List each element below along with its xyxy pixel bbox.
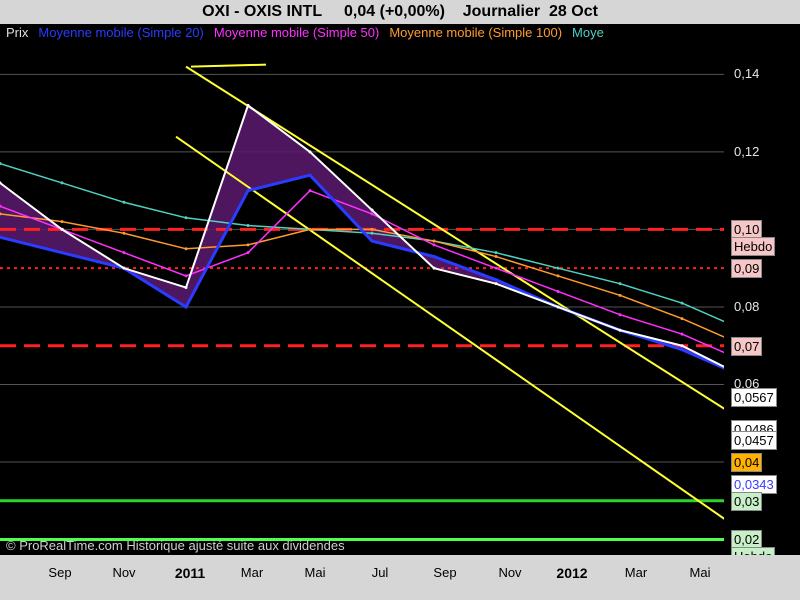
y-value-label: 0,04 — [731, 452, 763, 472]
legend-item: Prix — [6, 25, 29, 40]
data-point — [494, 266, 498, 270]
y-value-label: 0,07 — [731, 336, 763, 356]
data-point — [556, 305, 560, 309]
x-tick-label: Mar — [240, 565, 264, 580]
data-point — [60, 181, 64, 185]
y-tick-label: 0,08 — [734, 298, 760, 314]
x-tick-label: Mai — [304, 565, 326, 580]
data-point — [122, 266, 126, 270]
data-point — [556, 289, 560, 293]
data-point — [680, 344, 684, 348]
data-point — [618, 313, 622, 317]
x-tick-label: Nov — [112, 565, 136, 580]
data-point — [60, 220, 64, 224]
data-point — [370, 212, 374, 216]
data-point — [246, 224, 250, 228]
legend-item: Moyenne mobile (Simple 100) — [389, 25, 563, 40]
data-point — [680, 332, 684, 336]
data-point — [308, 227, 312, 231]
data-point — [184, 247, 188, 251]
data-point — [556, 266, 560, 270]
data-point — [432, 255, 436, 259]
y-value-label: 0,0457 — [731, 430, 777, 450]
x-tick-label: Mai — [689, 565, 711, 580]
data-point — [680, 317, 684, 321]
data-point — [618, 328, 622, 332]
x-tick-label: Sep — [48, 565, 72, 580]
x-tick-label: 2012 — [556, 565, 588, 581]
data-point — [680, 348, 684, 352]
data-point — [184, 305, 188, 309]
data-point — [246, 243, 250, 247]
data-point — [618, 282, 622, 286]
x-tick-label: Mar — [624, 565, 648, 580]
plot-area: Prix Moyenne mobile (Simple 20) Moyenne mo… — [0, 24, 724, 555]
data-point — [246, 251, 250, 255]
data-point — [184, 216, 188, 220]
data-point — [60, 251, 64, 255]
y-tick-label: 0,14 — [734, 66, 760, 82]
data-point — [122, 251, 126, 255]
data-point — [308, 150, 312, 154]
data-point — [432, 239, 436, 243]
data-point — [184, 286, 188, 290]
data-point — [370, 239, 374, 243]
data-point — [246, 189, 250, 193]
data-point — [370, 231, 374, 235]
x-tick-label: Nov — [498, 565, 522, 580]
data-point — [308, 189, 312, 193]
data-point — [432, 266, 436, 270]
copyright-note: © ProRealTime.com Historique ajusté suit… — [6, 538, 345, 553]
legend-item: Moyenne mobile (Simple 50) — [213, 25, 380, 40]
x-tick-label: Jul — [371, 565, 389, 580]
data-point — [246, 103, 250, 107]
data-point — [122, 200, 126, 204]
trend-line-lower — [175, 135, 724, 520]
y-value-label: 0,03 — [731, 491, 763, 511]
y-axis: 0,140,120,100,080,060,10Hebdo0,090,070,0… — [724, 24, 800, 555]
y-value-label: 0,0567 — [731, 388, 777, 408]
x-tick-label: 2011 — [174, 565, 206, 581]
data-point — [680, 301, 684, 305]
chart-canvas — [0, 63, 724, 541]
y-value-label: 0,09 — [731, 259, 763, 279]
legend-item: Moye — [572, 25, 604, 40]
data-point — [494, 255, 498, 259]
data-point — [308, 173, 312, 177]
data-point — [494, 251, 498, 255]
data-point — [122, 231, 126, 235]
data-point — [618, 293, 622, 297]
legend-item: Moyenne mobile (Simple 20) — [38, 25, 204, 40]
legend: Prix Moyenne mobile (Simple 20) Moyenne mo… — [6, 25, 614, 41]
data-point — [432, 243, 436, 247]
trend-line-top — [190, 63, 267, 68]
series-line — [0, 103, 724, 368]
chart-title: OXI - OXIS INTL 0,04 (+0,00%) Journalier… — [202, 3, 598, 20]
y-tick-label: 0,12 — [734, 143, 760, 159]
y-value-label: Hebdo — [731, 547, 776, 555]
data-point — [370, 208, 374, 212]
x-tick-label: Sep — [433, 565, 457, 580]
data-point — [556, 274, 560, 278]
band-fill — [0, 105, 724, 368]
data-point — [184, 274, 188, 278]
data-point — [60, 227, 64, 231]
x-axis: Sep Nov 2011 Mar Mai Jul Sep Nov 2012 Mar Mai — [0, 555, 800, 600]
data-point — [370, 227, 374, 231]
series-line — [0, 162, 724, 323]
data-point — [494, 278, 498, 282]
data-point — [494, 282, 498, 286]
y-value-label: Hebdo — [731, 237, 776, 257]
